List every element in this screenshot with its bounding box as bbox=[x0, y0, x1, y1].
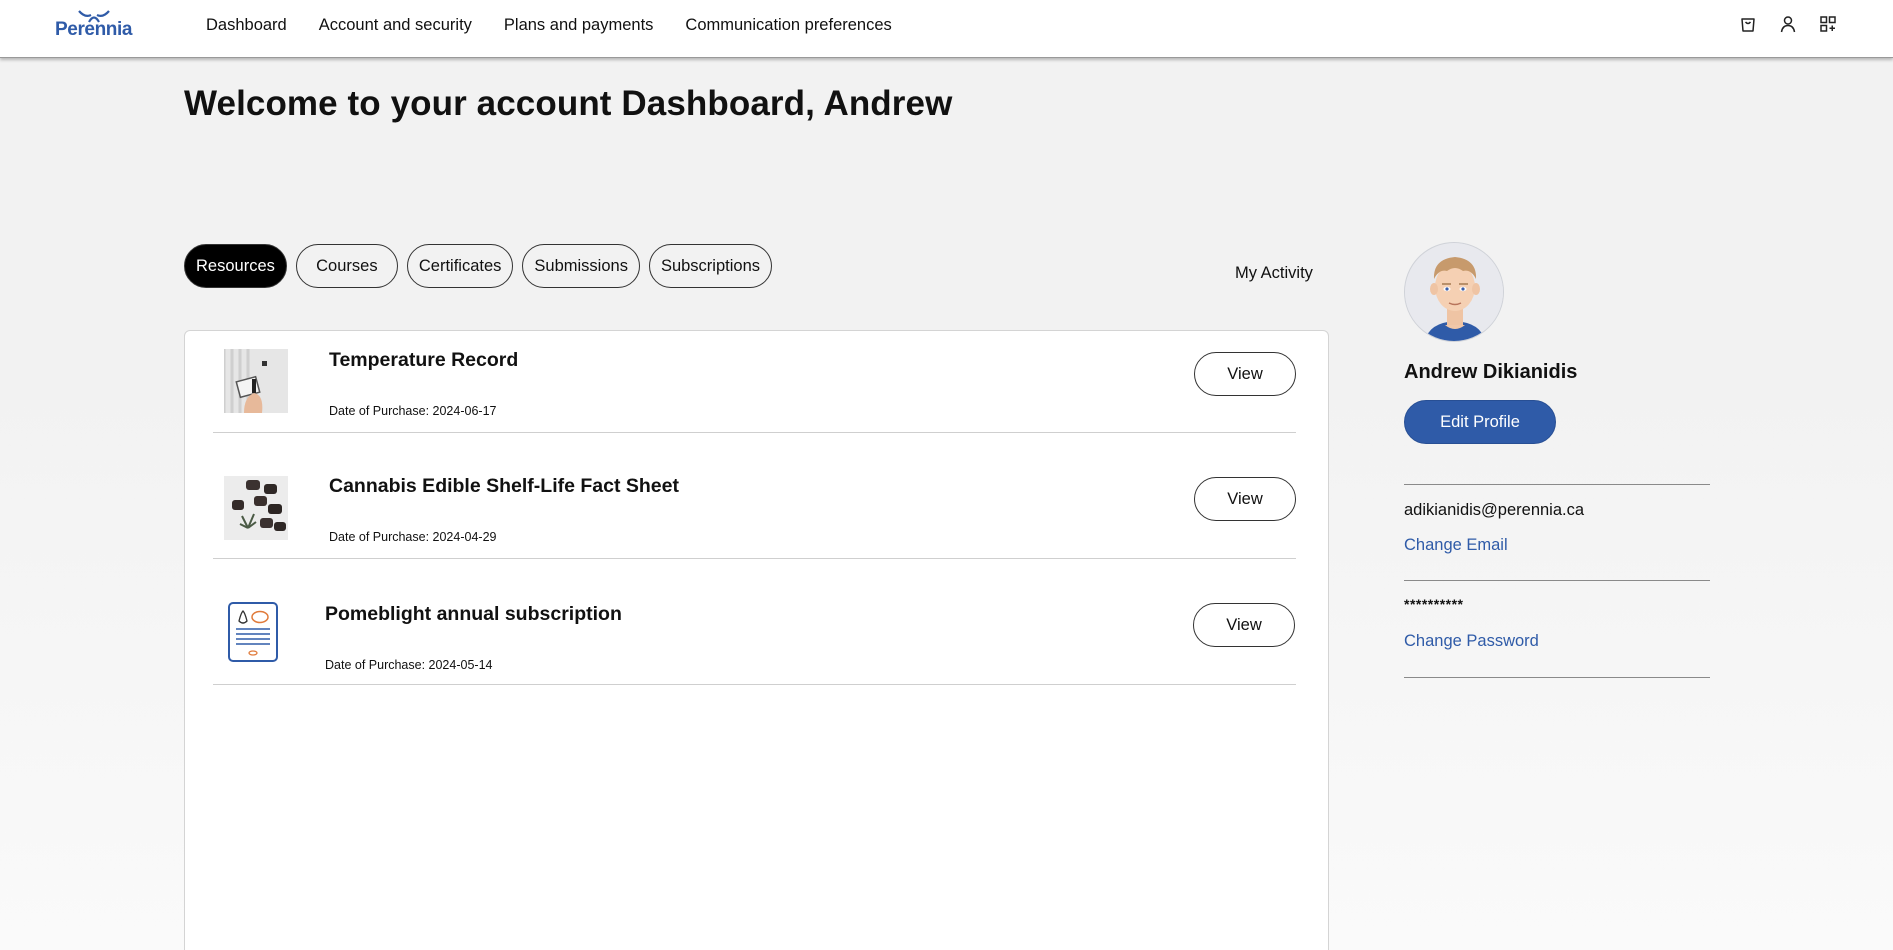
tab-courses[interactable]: Courses bbox=[295, 244, 398, 288]
profile-email: adikianidis@perennia.ca bbox=[1404, 501, 1585, 519]
resource-purchase-date: Date of Purchase: 2024-05-14 bbox=[325, 658, 493, 672]
resource-purchase-date: Date of Purchase: 2024-06-17 bbox=[329, 404, 497, 418]
resource-title: Cannabis Edible Shelf-Life Fact Sheet bbox=[329, 475, 679, 497]
password-mask: ********** bbox=[1404, 596, 1464, 612]
nav-communication-preferences[interactable]: Communication preferences bbox=[685, 14, 891, 36]
resource-list-panel: Temperature Record Date of Purchase: 202… bbox=[184, 330, 1329, 950]
profile-name: Andrew Dikianidis bbox=[1404, 361, 1578, 383]
list-item: Pomeblight annual subscription Date of P… bbox=[213, 559, 1296, 685]
nav-plans-payments[interactable]: Plans and payments bbox=[504, 14, 654, 36]
resource-title: Pomeblight annual subscription bbox=[325, 603, 622, 625]
list-item: Cannabis Edible Shelf-Life Fact Sheet Da… bbox=[213, 433, 1296, 559]
change-email-link[interactable]: Change Email bbox=[1404, 536, 1508, 555]
divider bbox=[1404, 484, 1710, 485]
resource-purchase-date: Date of Purchase: 2024-04-29 bbox=[329, 530, 497, 544]
logo-text: Perennia bbox=[55, 19, 133, 40]
resource-title: Temperature Record bbox=[329, 349, 519, 371]
tab-resources[interactable]: Resources bbox=[184, 244, 287, 288]
edit-profile-button[interactable]: Edit Profile bbox=[1404, 400, 1556, 444]
perennia-logo[interactable]: Perennia bbox=[55, 9, 133, 41]
list-item: Temperature Record Date of Purchase: 202… bbox=[213, 331, 1296, 433]
tab-submissions[interactable]: Submissions bbox=[522, 244, 640, 288]
avatar bbox=[1404, 242, 1504, 342]
header-icons bbox=[1738, 14, 1858, 34]
view-button[interactable]: View bbox=[1194, 477, 1296, 521]
view-button[interactable]: View bbox=[1193, 603, 1295, 647]
nav-dashboard[interactable]: Dashboard bbox=[206, 14, 287, 36]
top-navigation-bar: Perennia Dashboard Account and security … bbox=[0, 0, 1893, 58]
resource-thumbnail bbox=[224, 476, 288, 540]
divider bbox=[1404, 580, 1710, 581]
cart-icon[interactable] bbox=[1738, 14, 1758, 34]
user-icon[interactable] bbox=[1778, 14, 1798, 34]
tab-certificates[interactable]: Certificates bbox=[406, 244, 514, 288]
subscription-document-icon bbox=[227, 601, 279, 663]
page-title: Welcome to your account Dashboard, Andre… bbox=[184, 84, 953, 123]
view-button[interactable]: View bbox=[1194, 352, 1296, 396]
divider bbox=[1404, 677, 1710, 678]
change-password-link[interactable]: Change Password bbox=[1404, 632, 1539, 651]
resource-thumbnail bbox=[224, 349, 288, 413]
nav-account-security[interactable]: Account and security bbox=[319, 14, 472, 36]
main-nav: Dashboard Account and security Plans and… bbox=[206, 14, 924, 36]
tab-subscriptions[interactable]: Subscriptions bbox=[648, 244, 773, 288]
resource-tabs: Resources Courses Certificates Submissio… bbox=[184, 244, 781, 288]
my-activity-link[interactable]: My Activity bbox=[1235, 264, 1313, 283]
apps-grid-icon[interactable] bbox=[1818, 14, 1838, 34]
